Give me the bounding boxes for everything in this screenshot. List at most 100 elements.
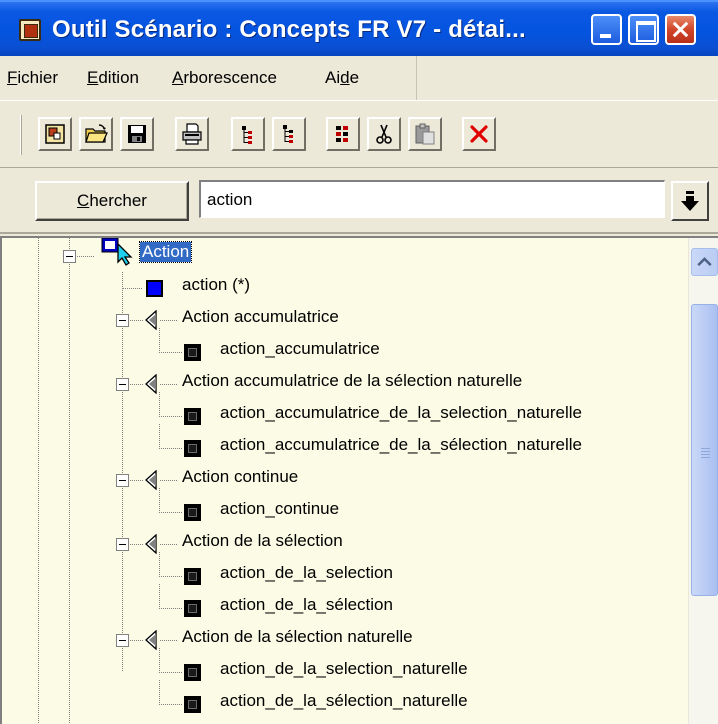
app-icon[interactable] bbox=[19, 19, 41, 41]
cut-button[interactable] bbox=[367, 117, 401, 151]
tree-connector-line bbox=[160, 320, 178, 321]
term-black-square-icon bbox=[184, 696, 201, 713]
tree-node-label: action_de_la_selection bbox=[220, 563, 393, 582]
tree-expander-minus-icon[interactable] bbox=[63, 250, 76, 263]
tree-connector-line bbox=[159, 584, 160, 608]
menu-edition[interactable]: Edition bbox=[87, 68, 139, 88]
tree-node-label: action_accumulatrice_de_la_selection_nat… bbox=[220, 403, 582, 422]
tree-node-concept[interactable]: action (*) bbox=[2, 270, 682, 302]
tree-connector-line bbox=[159, 488, 160, 512]
tree-connector-line bbox=[159, 392, 160, 416]
open-folder-button[interactable] bbox=[79, 117, 113, 151]
tree-node-term[interactable]: action_accumulatrice_de_la_sélection_nat… bbox=[2, 424, 682, 462]
tree-options-icon bbox=[336, 126, 348, 142]
delete-icon bbox=[470, 125, 488, 143]
paste-button[interactable] bbox=[408, 117, 442, 151]
arrow-down-icon bbox=[681, 191, 699, 211]
concept-arrow-icon bbox=[145, 309, 157, 331]
tree-node-label: action (*) bbox=[182, 275, 251, 294]
tree-node-concept[interactable]: Action accumulatrice de la sélection nat… bbox=[2, 366, 682, 398]
tree-node-concept[interactable]: Action continue bbox=[2, 462, 682, 494]
print-button[interactable] bbox=[175, 117, 209, 151]
title-bar[interactable]: Outil Scénario : Concepts FR V7 - détai.… bbox=[0, 0, 718, 56]
concept-arrow-icon bbox=[145, 629, 157, 651]
tree-node-term[interactable]: action_accumulatrice_de_la_selection_nat… bbox=[2, 392, 682, 430]
scroll-up-button[interactable] bbox=[691, 248, 718, 276]
collapse-tree-icon bbox=[283, 125, 293, 143]
tree-connector-line bbox=[77, 256, 95, 257]
tree-connector-line bbox=[130, 544, 144, 545]
tree-node-concept[interactable]: Action de la sélection naturelle bbox=[2, 622, 682, 654]
expand-tree-button[interactable] bbox=[231, 117, 265, 151]
tree-connector-line bbox=[160, 480, 178, 481]
open-project-icon bbox=[45, 124, 65, 144]
tree-node-label: Action continue bbox=[182, 467, 299, 486]
close-button[interactable] bbox=[665, 14, 696, 45]
tree-node-term[interactable]: action_accumulatrice bbox=[2, 328, 682, 366]
tree-options-button[interactable] bbox=[326, 117, 360, 151]
menu-fichier[interactable]: Fichier bbox=[7, 68, 58, 88]
search-go-button[interactable] bbox=[671, 181, 709, 221]
tree-node-concept[interactable]: Action de la sélection bbox=[2, 526, 682, 558]
delete-button[interactable] bbox=[462, 117, 496, 151]
tree-connector-line bbox=[159, 512, 183, 513]
tree-node-term[interactable]: action_de_la_sélection_naturelle bbox=[2, 680, 682, 718]
menu-aide[interactable]: Aide bbox=[325, 68, 359, 88]
tree-node-label: Action accumulatrice de la sélection nat… bbox=[182, 371, 523, 390]
term-black-square-icon bbox=[184, 568, 201, 585]
concept-tree[interactable]: Action action (*) Action accumulatrice acti… bbox=[0, 236, 718, 724]
search-button[interactable]: Chercher bbox=[35, 181, 189, 221]
term-black-square-icon bbox=[184, 408, 201, 425]
tree-connector-line bbox=[159, 704, 183, 705]
vertical-scrollbar[interactable] bbox=[688, 238, 718, 724]
tree-node-label: action_accumulatrice_de_la_sélection_nat… bbox=[220, 435, 582, 454]
concept-arrow-icon bbox=[145, 469, 157, 491]
tree-expander-minus-icon[interactable] bbox=[116, 314, 129, 327]
tree-node-term[interactable]: action_de_la_selection_naturelle bbox=[2, 648, 682, 686]
search-bar: Chercher bbox=[0, 168, 718, 234]
tree-node-root[interactable]: Action bbox=[2, 238, 682, 270]
tree-connector-line bbox=[159, 416, 183, 417]
scroll-grip-icon bbox=[701, 448, 710, 449]
maximize-button[interactable] bbox=[628, 14, 659, 45]
tree-node-label: Action de la sélection bbox=[182, 531, 343, 550]
tree-node-label: action_de_la_selection_naturelle bbox=[220, 659, 468, 678]
concept-arrow-icon bbox=[145, 533, 157, 555]
collapse-tree-button[interactable] bbox=[272, 117, 306, 151]
save-button[interactable] bbox=[120, 117, 154, 151]
paste-icon bbox=[415, 123, 435, 145]
search-input[interactable] bbox=[199, 180, 665, 218]
toolbar-grip[interactable] bbox=[20, 115, 22, 155]
tree-node-label: Action accumulatrice bbox=[182, 307, 339, 326]
menu-bar: Fichier Edition Arborescence Aide bbox=[0, 56, 718, 100]
concept-cursor-icon bbox=[100, 238, 134, 266]
minimize-button[interactable] bbox=[591, 14, 622, 45]
expand-tree-icon bbox=[242, 126, 252, 144]
tree-expander-minus-icon[interactable] bbox=[116, 538, 129, 551]
tree-expander-minus-icon[interactable] bbox=[116, 634, 129, 647]
tree-connector-line bbox=[130, 384, 144, 385]
tree-expander-minus-icon[interactable] bbox=[116, 474, 129, 487]
tree-node-label: action_de_la_sélection_naturelle bbox=[220, 691, 468, 710]
window-title: Outil Scénario : Concepts FR V7 - détai.… bbox=[52, 16, 526, 43]
tree-connector-line bbox=[159, 680, 160, 704]
scroll-thumb[interactable] bbox=[691, 304, 718, 596]
open-project-button[interactable] bbox=[38, 117, 72, 151]
tree-connector-line bbox=[159, 448, 183, 449]
menu-arborescence[interactable]: Arborescence bbox=[172, 68, 277, 88]
tree-node-label: Action bbox=[138, 241, 193, 263]
tree-node-term[interactable]: action_de_la_selection bbox=[2, 552, 682, 590]
term-black-square-icon bbox=[184, 440, 201, 457]
tree-node-term[interactable]: action_continue bbox=[2, 488, 682, 526]
tree-connector-line bbox=[159, 672, 183, 673]
concept-arrow-icon bbox=[145, 373, 157, 395]
toolbar bbox=[0, 100, 718, 168]
tree-node-term[interactable]: action_de_la_sélection bbox=[2, 584, 682, 622]
tree-connector-line bbox=[159, 552, 160, 576]
tree-expander-minus-icon[interactable] bbox=[116, 378, 129, 391]
cut-icon bbox=[376, 124, 392, 144]
tree-node-label: action_accumulatrice bbox=[220, 339, 380, 358]
save-icon bbox=[128, 125, 146, 143]
tree-node-label: Action de la sélection naturelle bbox=[182, 627, 413, 646]
tree-node-concept[interactable]: Action accumulatrice bbox=[2, 302, 682, 334]
